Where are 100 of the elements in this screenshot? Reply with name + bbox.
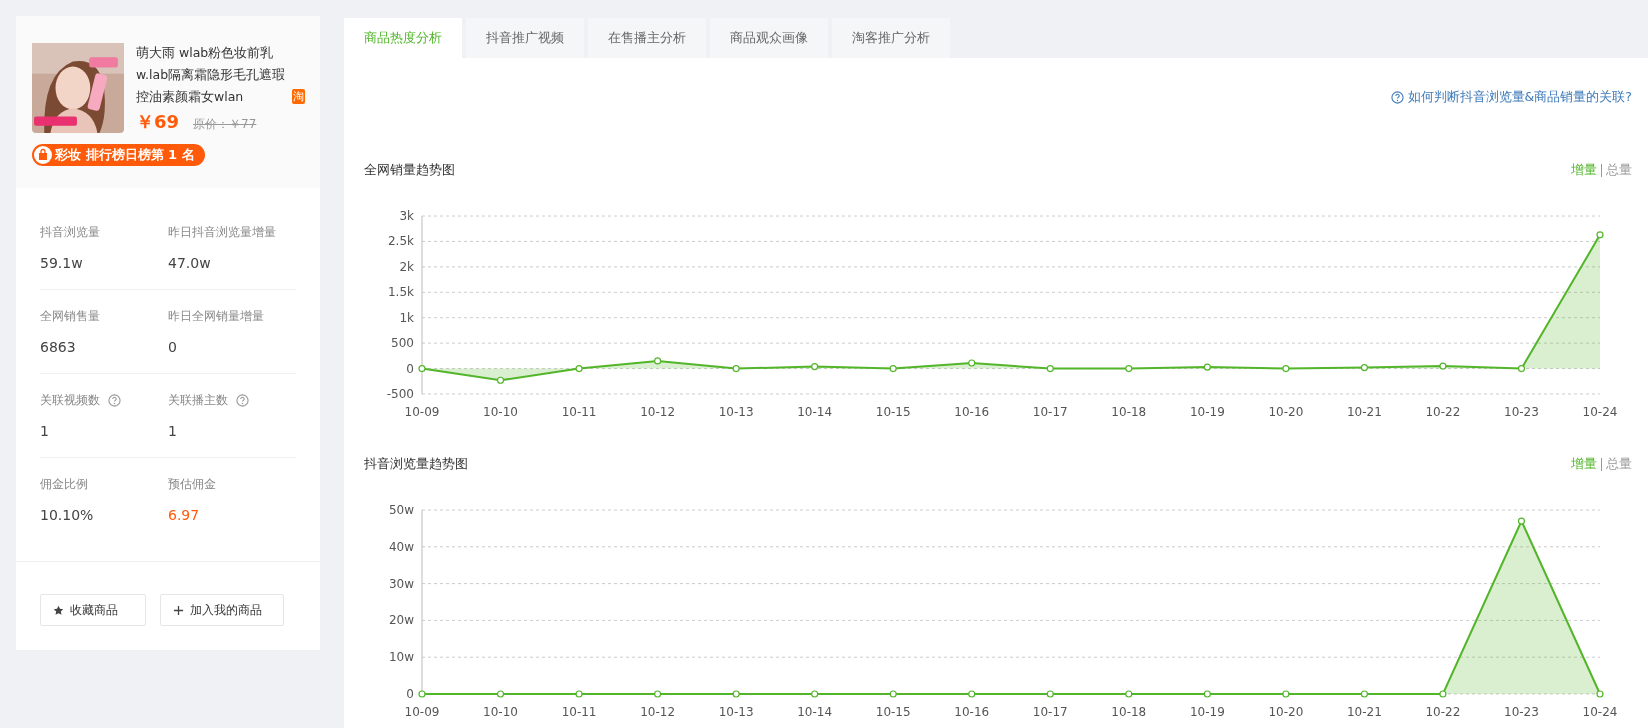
stat-value: 1 — [168, 423, 178, 439]
data-point — [1046, 364, 1054, 373]
y-tick-label: 0 — [406, 687, 414, 701]
toggle-option[interactable]: 总量 — [1606, 161, 1632, 179]
data-point — [1517, 517, 1526, 525]
x-tick-label: 10-15 — [875, 405, 911, 419]
x-tick-label: 10-09 — [404, 705, 440, 719]
stat-value: 59.1w — [40, 255, 84, 271]
x-tick-label: 10-16 — [954, 405, 990, 419]
x-tick-label: 10-16 — [954, 705, 990, 719]
y-tick-label: 0 — [406, 361, 414, 376]
data-point — [1360, 363, 1368, 372]
data-point — [418, 364, 426, 373]
data-point — [1439, 690, 1447, 698]
y-tick-label: 500 — [391, 336, 414, 351]
y-tick-label: 10w — [388, 650, 414, 665]
data-point — [1203, 363, 1211, 371]
y-tick-label: 40w — [388, 539, 414, 554]
x-tick-label: 10-10 — [483, 405, 518, 419]
data-point — [1125, 364, 1133, 373]
x-tick-label: 10-24 — [1582, 705, 1618, 719]
data-point — [889, 364, 897, 373]
stat-label: 昨日全网销量增量 — [168, 308, 264, 325]
x-tick-label: 10-18 — [1111, 705, 1147, 719]
data-point — [732, 364, 740, 373]
stat-value: 47.0w — [168, 255, 212, 271]
chart-title: 全网销量趋势图 — [364, 161, 455, 179]
tab[interactable]: 抖音推广视频 — [466, 18, 584, 58]
data-point — [496, 376, 505, 384]
add-button[interactable]: 加入我的商品 — [160, 594, 284, 626]
x-tick-label: 10-11 — [561, 705, 597, 719]
data-point — [654, 357, 662, 365]
data-point — [575, 690, 583, 698]
data-point — [1439, 362, 1447, 370]
x-tick-label: 10-12 — [640, 405, 676, 419]
data-point — [1203, 690, 1211, 698]
data-point — [496, 690, 505, 698]
tab[interactable]: 淘客推广分析 — [832, 18, 950, 58]
shop-badge: 淘 — [292, 89, 305, 104]
y-tick-label: -500 — [386, 387, 414, 401]
x-tick-label: 10-17 — [1032, 705, 1068, 719]
data-point — [1596, 231, 1604, 239]
stat-label: 佣金比例 — [40, 476, 88, 493]
stat-value: 10.10% — [40, 507, 95, 523]
help-icon[interactable] — [236, 394, 249, 407]
stat-value: 6.97 — [168, 507, 201, 523]
x-tick-label: 10-24 — [1582, 405, 1618, 419]
stat-label: 关联视频数 — [40, 392, 100, 409]
data-point — [654, 690, 662, 698]
data-point — [811, 690, 819, 698]
x-tick-label: 10-18 — [1111, 405, 1147, 419]
product-title[interactable]: 萌大雨 wlab粉色妆前乳w.lab隔离霜隐形毛孔遮瑕控油素颜霜女wlan — [136, 42, 290, 108]
help-icon — [1390, 90, 1404, 104]
stat-value: 1 — [40, 423, 50, 439]
stat-value: 0 — [168, 339, 178, 355]
price: ￥69 — [136, 110, 180, 134]
y-tick-label: 1k — [399, 310, 414, 325]
x-tick-label: 10-14 — [797, 405, 833, 419]
data-point — [732, 690, 740, 698]
data-point — [889, 690, 897, 698]
star-icon — [53, 604, 64, 616]
y-tick-label: 20w — [388, 613, 414, 628]
stat-label: 抖音浏览量 — [40, 224, 100, 241]
original-price: 原价：￥77 — [193, 116, 257, 133]
tab[interactable]: 在售播主分析 — [588, 18, 706, 58]
y-tick-label: 1.5k — [387, 285, 414, 300]
favorite-button[interactable]: 收藏商品 — [40, 594, 146, 626]
x-tick-label: 10-13 — [718, 405, 754, 419]
tab[interactable]: 商品观众画像 — [710, 18, 828, 58]
x-tick-label: 10-20 — [1268, 405, 1304, 419]
data-point — [968, 359, 976, 367]
stat-label: 关联播主数 — [168, 392, 228, 409]
help-link[interactable]: 如何判断抖音浏览量&商品销量的关联? — [1390, 82, 1632, 112]
stat-value: 6863 — [40, 339, 77, 355]
y-tick-label: 30w — [388, 576, 414, 591]
x-tick-label: 10-21 — [1346, 405, 1382, 419]
data-point — [418, 690, 426, 698]
data-point — [811, 362, 819, 371]
x-tick-label: 10-14 — [797, 705, 833, 719]
x-tick-label: 10-21 — [1346, 705, 1382, 719]
toggle-option[interactable]: 总量 — [1606, 455, 1632, 473]
data-point — [1517, 364, 1526, 373]
x-tick-label: 10-17 — [1032, 405, 1068, 419]
plus-icon — [173, 604, 184, 616]
data-point — [1125, 690, 1133, 698]
x-tick-label: 10-10 — [483, 705, 518, 719]
stat-label: 全网销售量 — [40, 308, 100, 325]
chart-title: 抖音浏览量趋势图 — [364, 455, 468, 473]
y-tick-label: 2k — [399, 259, 414, 274]
rank-badge: 彩妆 排行榜日榜第 1 名 — [32, 144, 205, 166]
y-tick-label: 50w — [388, 503, 414, 517]
x-tick-label: 10-23 — [1504, 705, 1539, 719]
help-icon[interactable] — [108, 394, 121, 407]
x-tick-label: 10-19 — [1189, 405, 1225, 419]
data-point — [1282, 690, 1290, 698]
stat-label: 昨日抖音浏览量增量 — [168, 224, 276, 241]
y-tick-label: 2.5k — [387, 234, 414, 249]
data-point — [1596, 690, 1604, 698]
x-tick-label: 10-11 — [561, 405, 597, 419]
data-point — [1046, 690, 1054, 698]
